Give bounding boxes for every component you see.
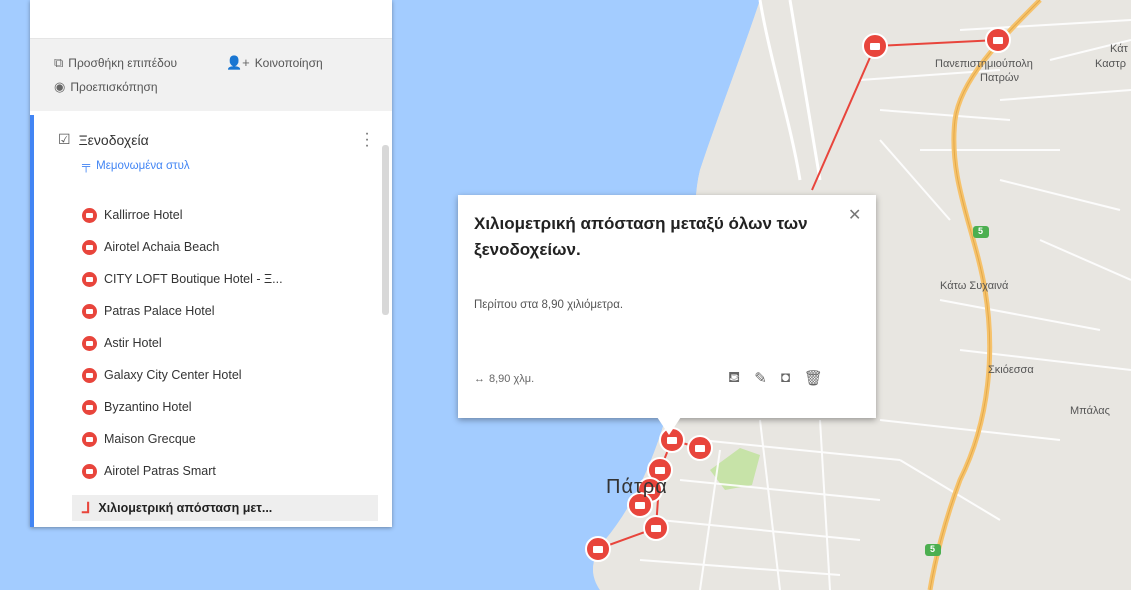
popup-tail	[657, 417, 681, 435]
info-popup: Χιλιομετρική απόσταση μεταξύ όλων των ξε…	[458, 195, 876, 418]
hotel-marker-icon	[82, 463, 97, 479]
hotel-marker-icon	[82, 207, 97, 223]
preview-label: Προεπισκόπηση	[70, 80, 158, 94]
layer-title[interactable]: Ξενοδοχεία	[79, 132, 149, 148]
layer-section: ☑ Ξενοδοχεία · · · ╤ Μεμονωμένα στυλ Kalli…	[30, 115, 392, 527]
hotel-map-marker[interactable]	[585, 536, 611, 562]
add-layer-button[interactable]: ⧉ Προσθήκη επιπέδου	[54, 55, 177, 71]
hotel-marker-icon	[82, 431, 97, 447]
trash-icon[interactable]: 🗑	[804, 369, 823, 388]
measure-icon: ↔	[474, 373, 485, 385]
share-button[interactable]: 👤+ Κοινοποίηση	[226, 55, 323, 71]
hotel-list-item[interactable]: Galaxy City Center Hotel	[82, 364, 242, 386]
route-number: 5	[930, 544, 936, 554]
panel-header	[30, 0, 392, 39]
hotel-list-label: Astir Hotel	[104, 336, 162, 350]
map-label-mpalas: Μπάλας	[1070, 405, 1110, 417]
popup-title: Χιλιομετρική απόσταση μεταξύ όλων των ξε…	[474, 214, 808, 259]
line-icon: ⅃	[82, 500, 91, 517]
map-label-kastro-2: Καστρ	[1095, 58, 1126, 70]
hotel-list-item[interactable]: Maison Grecque	[82, 428, 196, 450]
popup-description: Περίπου στα 8,90 χιλιόμετρα.	[474, 299, 624, 311]
layers-icon: ⧉	[54, 55, 64, 70]
map-view[interactable]: Πανεπιστημιούπολη Πατρών Κάτ Καστρ Κάτω …	[0, 0, 1131, 590]
map-label-kastro-1: Κάτ	[1110, 43, 1128, 55]
hotel-list-label: Airotel Patras Smart	[104, 464, 216, 478]
paint-bucket-icon[interactable]: ⛾	[728, 369, 740, 388]
paint-roller-icon: ╤	[82, 160, 91, 172]
hotel-marker-icon	[82, 335, 97, 351]
hotel-map-marker[interactable]	[643, 515, 669, 541]
eye-icon: ◉	[54, 79, 66, 94]
distance-value: 8,90 χλμ.	[489, 373, 535, 385]
hotel-list-item[interactable]: Astir Hotel	[82, 332, 162, 354]
add-layer-label: Προσθήκη επιπέδου	[68, 56, 178, 70]
panel-actions: ⧉ Προσθήκη επιπέδου 👤+ Κοινοποίηση ◉ Προ…	[30, 39, 392, 111]
share-label: Κοινοποίηση	[254, 56, 323, 70]
add-person-icon: 👤+	[226, 55, 250, 70]
layer-checkbox[interactable]: ☑	[58, 131, 71, 148]
hotel-list-item[interactable]: Byzantino Hotel	[82, 396, 192, 418]
hotel-list-label: CITY LOFT Boutique Hotel - Ξ...	[104, 272, 283, 286]
hotel-map-marker[interactable]	[862, 33, 888, 59]
hotel-list-item[interactable]: CITY LOFT Boutique Hotel - Ξ...	[82, 268, 283, 290]
popup-toolbar: ⛾ ✎ ◘ 🗑	[728, 369, 823, 388]
hotel-map-marker[interactable]	[687, 435, 713, 461]
hotel-list-label: Kallirroe Hotel	[104, 208, 183, 222]
hotel-list-item[interactable]: Airotel Achaia Beach	[82, 236, 219, 258]
hotel-list-label: Galaxy City Center Hotel	[104, 368, 242, 382]
more-options-icon[interactable]: · · ·	[362, 126, 372, 154]
layer-header[interactable]: ☑ Ξενοδοχεία	[58, 131, 149, 148]
map-label-skioessa: Σκιόεσσα	[988, 364, 1034, 376]
hotel-list-item[interactable]: Airotel Patras Smart	[82, 460, 216, 482]
map-label-university: Πανεπιστημιούπολη	[935, 58, 1033, 70]
camera-icon[interactable]: ◘	[781, 369, 790, 388]
route-number: 5	[978, 226, 984, 236]
hotel-marker-icon	[82, 399, 97, 415]
line-item[interactable]: ⅃ Χιλιομετρική απόσταση μετ...	[72, 495, 378, 521]
hotel-list-label: Maison Grecque	[104, 432, 196, 446]
map-label-kato-sychaina: Κάτω Συχαινά	[940, 280, 1009, 292]
hotel-marker-icon	[82, 271, 97, 287]
close-icon[interactable]: ✕	[848, 205, 861, 225]
map-label-university-2: Πατρών	[980, 72, 1019, 84]
hotel-list-item[interactable]: Kallirroe Hotel	[82, 204, 183, 226]
layer-selection-bar	[30, 115, 34, 527]
hotel-list-label: Airotel Achaia Beach	[104, 240, 220, 254]
hotel-list-label: Byzantino Hotel	[104, 400, 192, 414]
style-link-label: Μεμονωμένα στυλ	[96, 160, 190, 172]
hotel-marker-icon	[82, 367, 97, 383]
style-link[interactable]: ╤ Μεμονωμένα στυλ	[82, 160, 190, 172]
city-label: Πάτρα	[606, 476, 668, 498]
layers-panel: ⧉ Προσθήκη επιπέδου 👤+ Κοινοποίηση ◉ Προ…	[30, 0, 392, 527]
hotel-map-marker[interactable]	[985, 27, 1011, 53]
preview-button[interactable]: ◉ Προεπισκόπηση	[54, 79, 158, 95]
hotel-list-label: Patras Palace Hotel	[104, 304, 215, 318]
hotel-marker-icon	[82, 239, 97, 255]
hotel-marker-icon	[82, 303, 97, 319]
panel-scrollbar[interactable]	[382, 145, 389, 315]
line-item-label: Χιλιομετρική απόσταση μετ...	[98, 501, 273, 515]
hotel-list-item[interactable]: Patras Palace Hotel	[82, 300, 214, 322]
pencil-icon[interactable]: ✎	[754, 369, 767, 388]
popup-distance: ↔ 8,90 χλμ.	[474, 373, 534, 385]
